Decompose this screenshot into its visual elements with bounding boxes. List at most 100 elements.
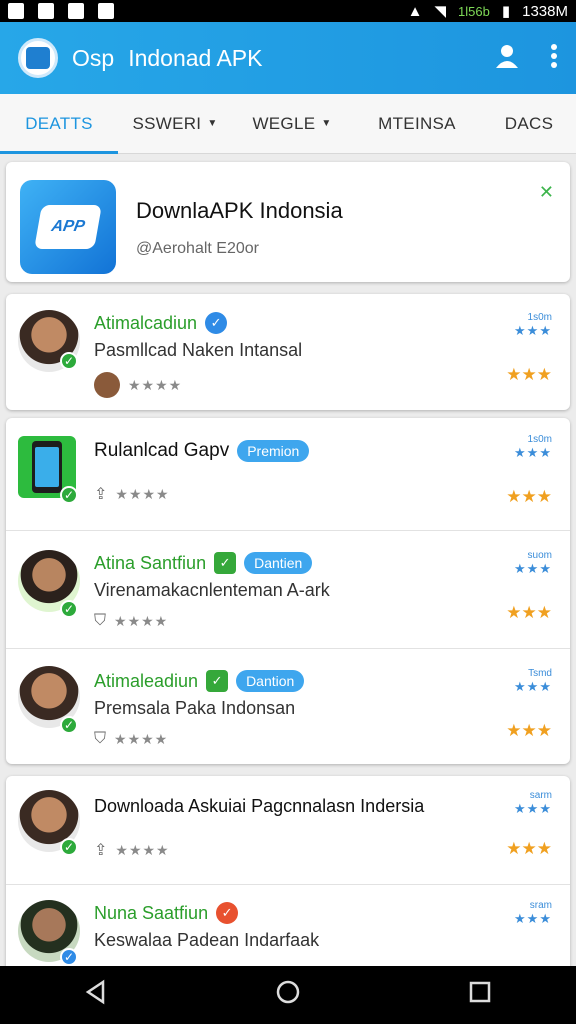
item-meta: ⛉ ★★★★ xyxy=(94,612,168,630)
item-title: Nuna Saatfiun ✓ xyxy=(94,902,239,924)
rating-stars: ★★★★ xyxy=(114,730,169,747)
item-title-text: Atina Santfiun xyxy=(94,552,207,573)
battery-icon: ▮ xyxy=(501,3,511,20)
system-nav-bar xyxy=(0,966,576,1024)
list-item[interactable]: ✓ Downloada Askuiai Pagcnnalasn Indersia… xyxy=(6,776,570,884)
orange-stars: ★★★ xyxy=(506,487,552,506)
featured-app-card[interactable]: APP DownlaAPK Indonsia @Aerohalt E20or ✕ xyxy=(6,162,570,282)
share-icon: ⇪ xyxy=(94,486,108,503)
tab-ssweri[interactable]: SSWERI ▼ xyxy=(118,94,232,154)
back-icon[interactable] xyxy=(83,979,109,1012)
item-stats: suom ★★★ ★★★ xyxy=(492,550,552,623)
orange-stars: ★★★ xyxy=(506,839,552,858)
close-icon[interactable]: ✕ xyxy=(539,182,554,203)
rating-stars: ★★★★ xyxy=(115,485,170,502)
orange-stars: ★★★ xyxy=(506,603,552,622)
mail-icon xyxy=(38,3,54,19)
clipboard-icon xyxy=(98,3,114,19)
clock: 1338M xyxy=(522,2,568,20)
tab-label: MTEINSA xyxy=(378,113,456,133)
verified-icon: ✓ xyxy=(205,312,228,334)
item-size: sarm xyxy=(529,790,552,801)
list-item[interactable]: ✓ Atimaleadiun ✓ Dantion Premsala Paka I… xyxy=(6,648,570,764)
list-item[interactable]: ✓ Atimalcadiun ✓ Pasmllcad Naken Intansa… xyxy=(6,294,570,410)
shield-icon: ⛉ xyxy=(94,612,107,629)
app-icon: APP xyxy=(20,180,116,274)
shield-icon: ⛉ xyxy=(94,730,107,747)
item-desc: Pasmllcad Naken Intansal xyxy=(94,340,303,360)
list-group: ✓ Rulanlcad Gapv Premion ⇪ ★★★★ 1s0m ★★★… xyxy=(6,418,570,764)
item-title: Atina Santfiun ✓ Dantien xyxy=(94,552,313,574)
rating-stars: ★★★★ xyxy=(115,841,170,858)
item-title: Atimaleadiun ✓ Dantion xyxy=(94,670,305,692)
tab-label: WEGLE xyxy=(252,113,316,133)
item-title: Rulanlcad Gapv Premion xyxy=(94,440,310,462)
status-badge: Dantion xyxy=(236,670,305,692)
status-badge: Dantien xyxy=(244,552,313,574)
orange-stars: ★★★ xyxy=(506,365,552,384)
check-icon: ✓ xyxy=(60,600,78,618)
item-desc: Virenamakacnlenteman A-ark xyxy=(94,580,330,600)
list-item[interactable]: ✓ Atina Santfiun ✓ Dantien Virenamakacnl… xyxy=(6,530,570,648)
app-bar: Osp Indonad APK xyxy=(0,22,576,94)
tab-bar: DEATTS SSWERI ▼ WEGLE ▼ MTEINSA DACS xyxy=(0,94,576,154)
item-meta: ⛉ ★★★★ xyxy=(94,730,168,748)
app-icon-label: APP xyxy=(34,205,102,249)
item-size: suom xyxy=(527,550,552,561)
item-stats: 1s0m ★★★ ★★★ xyxy=(492,434,552,507)
item-title-text: Nuna Saatfiun xyxy=(94,902,209,923)
orange-stars: ★★★ xyxy=(506,721,552,740)
tab-label: DEATTS xyxy=(25,113,93,133)
rating-stars: ★★★★ xyxy=(128,376,183,393)
check-icon: ✓ xyxy=(60,716,78,734)
blue-stars: ★★★ xyxy=(514,911,552,926)
item-stats: sarm ★★★ ★★★ xyxy=(492,790,552,859)
item-size: 1s0m xyxy=(527,312,552,323)
item-title-text: Atimaleadiun xyxy=(94,670,199,691)
chevron-down-icon: ▼ xyxy=(207,118,218,129)
item-size: 1s0m xyxy=(527,434,552,445)
verified-icon: ✓ xyxy=(214,552,237,574)
featured-title: DownlaAPK Indonsia xyxy=(136,198,343,223)
check-icon: ✓ xyxy=(60,838,78,856)
verified-icon: ✓ xyxy=(216,902,239,924)
signal-icon: ▲ xyxy=(407,2,423,20)
tab-deatts[interactable]: DEATTS xyxy=(0,94,118,154)
tab-dacs[interactable]: DACS xyxy=(482,94,576,154)
blue-stars: ★★★ xyxy=(514,801,552,816)
item-meta: ⇪ ★★★★ xyxy=(94,840,170,860)
verified-icon: ✓ xyxy=(206,670,229,692)
item-title-text: Downloada Askuiai Pagcnnalasn Indersia xyxy=(94,796,425,816)
item-stats: Tsmd ★★★ ★★★ xyxy=(492,668,552,741)
item-meta: ★★★★ xyxy=(94,372,182,398)
network-speed: 1l56b xyxy=(458,3,490,19)
list-item[interactable]: ✓ Rulanlcad Gapv Premion ⇪ ★★★★ 1s0m ★★★… xyxy=(6,418,570,530)
app-logo[interactable] xyxy=(18,38,58,78)
mini-avatar xyxy=(94,372,120,398)
item-meta: ⇪ ★★★★ xyxy=(94,484,170,504)
premium-badge: Premion xyxy=(237,440,310,462)
tab-mteinsa[interactable]: MTEINSA xyxy=(352,94,482,154)
item-desc: Premsala Paka Indonsan xyxy=(94,698,296,718)
blue-stars: ★★★ xyxy=(514,561,552,576)
check-icon: ✓ xyxy=(60,486,78,504)
home-icon[interactable] xyxy=(275,979,301,1012)
item-title: Atimalcadiun ✓ xyxy=(94,312,228,334)
item-desc: Keswalaa Padean Indarfaak xyxy=(94,930,320,950)
featured-subtitle: @Aerohalt E20or xyxy=(136,240,259,257)
tab-wegle[interactable]: WEGLE ▼ xyxy=(232,94,352,154)
item-stats: 1s0m ★★★ ★★★ xyxy=(492,312,552,385)
item-stats: sram ★★★ xyxy=(492,900,552,927)
list-group: ✓ Downloada Askuiai Pagcnnalasn Indersia… xyxy=(6,776,570,966)
status-bar: ▲ ◥ 1l56b ▮ 1338M xyxy=(0,0,576,22)
recents-icon[interactable] xyxy=(467,979,493,1012)
more-menu-icon[interactable] xyxy=(550,43,558,74)
share-icon: ⇪ xyxy=(94,842,108,859)
chevron-down-icon: ▼ xyxy=(321,118,332,129)
item-title-text: Atimalcadiun xyxy=(94,312,198,333)
item-title-text: Rulanlcad Gapv xyxy=(94,440,230,461)
profile-icon[interactable] xyxy=(494,43,520,74)
list-item[interactable]: ✓ Nuna Saatfiun ✓ Keswalaa Padean Indarf… xyxy=(6,884,570,966)
wifi-icon: ◥ xyxy=(434,3,447,20)
blue-stars: ★★★ xyxy=(514,445,552,460)
